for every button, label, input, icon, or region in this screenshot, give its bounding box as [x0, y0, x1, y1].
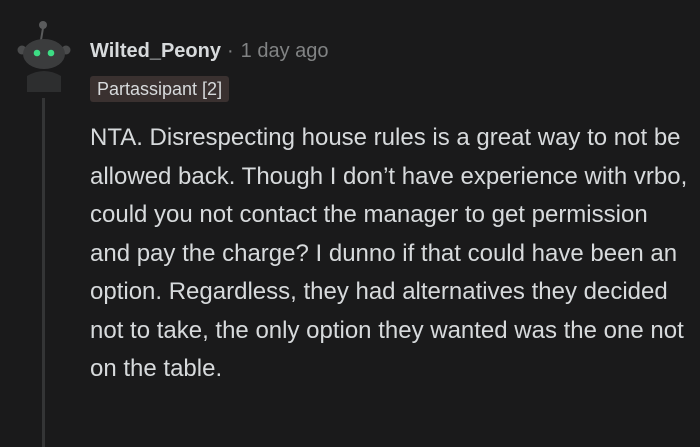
- user-flair: Partassipant [2]: [90, 76, 230, 102]
- meta-separator: ·: [226, 39, 234, 62]
- username-link[interactable]: Wilted_Peony: [90, 40, 221, 63]
- comment: Wilted_Peony · 1 day ago Partassipant [2…: [0, 0, 700, 447]
- snoo-avatar-icon[interactable]: [17, 16, 73, 92]
- thread-line[interactable]: [42, 98, 45, 447]
- comment-meta: Wilted_Peony · 1 day ago: [90, 36, 329, 66]
- timestamp[interactable]: 1 day ago: [241, 40, 329, 63]
- comment-body: NTA. Disrespecting house rules is a grea…: [90, 124, 688, 382]
